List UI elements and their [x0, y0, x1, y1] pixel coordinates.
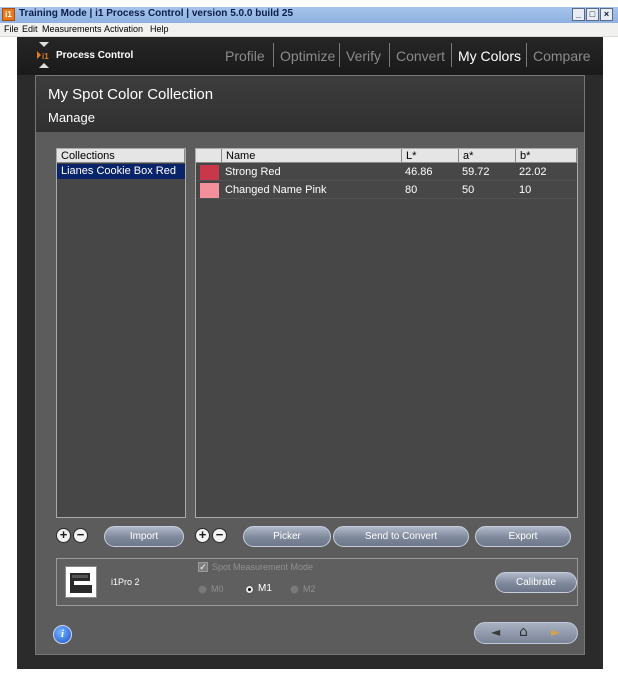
table-row[interactable]: Changed Name Pink 80 50 10 [196, 182, 577, 199]
spot-measurement-mode-checkbox[interactable]: ✓ [198, 562, 208, 572]
nav-separator [389, 43, 390, 67]
color-l-value: 46.86 [405, 166, 433, 178]
menu-activation[interactable]: Activation [104, 24, 143, 34]
color-b-value: 22.02 [519, 166, 547, 178]
nav-separator [451, 43, 452, 67]
home-icon[interactable]: ⌂ [519, 624, 528, 640]
mode-m0-radio[interactable] [198, 585, 207, 594]
forward-arrow-icon[interactable]: ► [551, 625, 560, 639]
menu-measurements[interactable]: Measurements [42, 24, 102, 34]
nav-profile[interactable]: Profile [225, 48, 265, 64]
remove-color-button[interactable]: − [212, 528, 227, 543]
spot-measurement-mode-label: Spot Measurement Mode [212, 562, 314, 572]
remove-collection-button[interactable]: − [73, 528, 88, 543]
menu-file[interactable]: File [4, 24, 19, 34]
color-a-value: 59.72 [462, 166, 490, 178]
column-header-a[interactable]: a* [459, 149, 516, 163]
footer-navigation: ◄ ⌂ ► [474, 622, 578, 644]
application-window: i1 Training Mode | i1 Process Control | … [0, 0, 618, 675]
page-subtitle: Manage [48, 110, 95, 125]
page-title: My Spot Color Collection [48, 86, 214, 103]
process-control-logo-icon: i1 [37, 42, 49, 68]
spot-colors-table: Name L* a* b* Strong Red 46.86 59.72 22.… [195, 148, 578, 518]
mode-m1-label: M1 [258, 583, 272, 594]
add-color-button[interactable]: + [195, 528, 210, 543]
menu-edit[interactable]: Edit [22, 24, 38, 34]
collections-header[interactable]: Collections [57, 149, 185, 163]
mode-m1-radio[interactable] [245, 585, 254, 594]
export-button[interactable]: Export [475, 526, 571, 547]
nav-optimize[interactable]: Optimize [280, 48, 335, 64]
mode-m2-label: M2 [303, 584, 316, 594]
calibrate-button[interactable]: Calibrate [495, 572, 577, 593]
app-frame: i1 Process Control Profile Optimize Veri… [17, 37, 603, 669]
picker-button[interactable]: Picker [243, 526, 331, 547]
brand-label: Process Control [56, 50, 134, 61]
device-name: i1Pro 2 [111, 577, 140, 587]
menu-bar: File Edit Measurements Activation Help [0, 23, 618, 37]
info-icon[interactable]: i [53, 625, 72, 644]
nav-separator [273, 43, 274, 67]
mode-m0-label: M0 [211, 584, 224, 594]
panel-header: My Spot Color Collection Manage [36, 76, 584, 132]
top-navigation: i1 Process Control Profile Optimize Veri… [17, 37, 603, 75]
color-swatch [200, 183, 219, 198]
window-title: Training Mode | i1 Process Control | ver… [19, 8, 293, 19]
content-panel: My Spot Color Collection Manage Collecti… [35, 75, 585, 655]
mode-m2-radio[interactable] [290, 585, 299, 594]
import-button[interactable]: Import [104, 526, 184, 547]
minimize-button[interactable]: _ [572, 8, 585, 21]
app-icon: i1 [2, 8, 15, 21]
color-name: Changed Name Pink [225, 184, 327, 196]
column-header-l[interactable]: L* [402, 149, 459, 163]
nav-separator [339, 43, 340, 67]
color-swatch [200, 165, 219, 180]
title-bar: i1 Training Mode | i1 Process Control | … [0, 7, 618, 23]
nav-separator [526, 43, 527, 67]
column-header-b[interactable]: b* [516, 149, 577, 163]
color-b-value: 10 [519, 184, 532, 196]
collection-item[interactable]: Lianes Cookie Box Red [57, 164, 185, 179]
maximize-button[interactable]: □ [586, 8, 599, 21]
send-to-convert-button[interactable]: Send to Convert [333, 526, 469, 547]
device-panel: i1Pro 2 ✓ Spot Measurement Mode M0 M1 M2… [56, 558, 578, 606]
color-a-value: 50 [462, 184, 475, 196]
back-arrow-icon[interactable]: ◄ [491, 625, 500, 639]
color-l-value: 80 [405, 184, 418, 196]
close-button[interactable]: × [600, 8, 613, 21]
column-header-name[interactable]: Name [222, 149, 402, 163]
add-collection-button[interactable]: + [56, 528, 71, 543]
column-header-swatch[interactable] [196, 149, 222, 163]
i1pro-device-icon [65, 566, 97, 598]
nav-compare[interactable]: Compare [533, 48, 591, 64]
nav-verify[interactable]: Verify [346, 48, 381, 64]
nav-my-colors[interactable]: My Colors [458, 48, 521, 64]
nav-convert[interactable]: Convert [396, 48, 445, 64]
collections-list[interactable]: Collections Lianes Cookie Box Red [56, 148, 186, 518]
svg-text:i1: i1 [42, 52, 49, 61]
table-row[interactable]: Strong Red 46.86 59.72 22.02 [196, 164, 577, 181]
menu-help[interactable]: Help [150, 24, 169, 34]
color-name: Strong Red [225, 166, 281, 178]
